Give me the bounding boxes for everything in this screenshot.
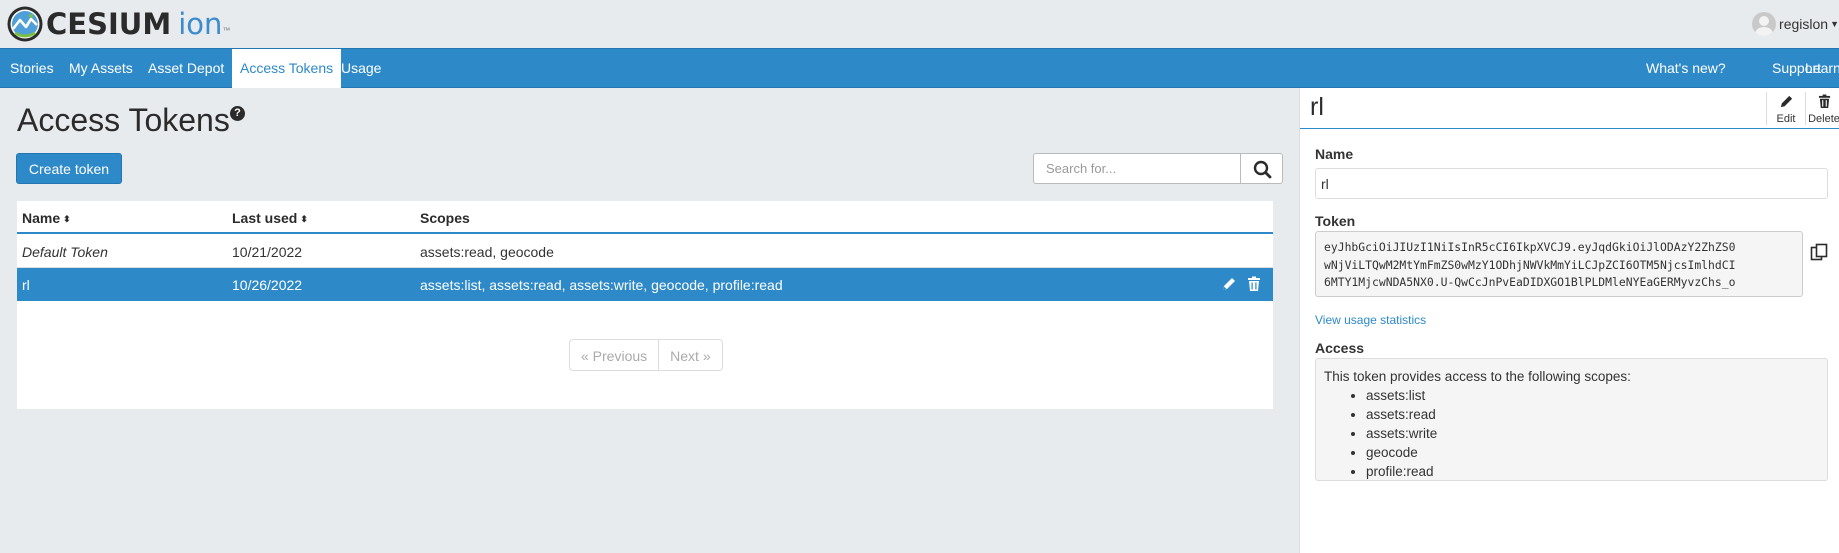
table-header: Name ⬍ Last used ⬍ Scopes — [17, 201, 1273, 234]
column-name-header[interactable]: Name ⬍ — [22, 210, 71, 226]
view-usage-statistics-link[interactable]: View usage statistics — [1315, 313, 1426, 327]
access-label: Access — [1315, 340, 1365, 356]
list-item: assets:write — [1366, 424, 1819, 443]
delete-button[interactable]: Delete — [1805, 94, 1839, 125]
sort-icon: ⬍ — [63, 214, 71, 224]
brand-suffix: ion — [178, 7, 223, 41]
page-title: Access Tokens — [17, 102, 230, 138]
token-line: wNjViLTQwM2MtYmFmZS0wMzY1ODhjNWVkMmYiLCJ… — [1324, 257, 1736, 272]
main-content: Access Tokens ? Create token Name⬍ Last … — [0, 88, 1299, 553]
name-label: Name — [1315, 146, 1354, 162]
token-scopes: assets:read, geocode — [420, 244, 554, 260]
table-row-selected[interactable]: rl 10/26/2022 assets:list, assets:read, … — [17, 268, 1273, 301]
column-last-used-label: Last used — [232, 210, 298, 226]
nav-usage[interactable]: Usage — [333, 49, 389, 87]
row-actions — [1221, 276, 1261, 292]
nav-asset-depot[interactable]: Asset Depot — [140, 49, 232, 87]
user-name: regislon — [1779, 16, 1829, 32]
edit-label: Edit — [1776, 113, 1796, 125]
token-name: Default Token — [22, 244, 108, 260]
help-icon[interactable]: ? — [230, 106, 245, 121]
list-item: profile:read — [1366, 462, 1819, 481]
access-scopes-box: This token provides access to the follow… — [1315, 358, 1828, 481]
panel-title: rl — [1310, 93, 1324, 121]
avatar — [1752, 12, 1777, 36]
nav-stories[interactable]: Stories — [2, 49, 62, 87]
token-value[interactable]: eyJhbGciOiJIUzI1NiIsInR5cCI6IkpXVCJ9.eyJ… — [1315, 231, 1803, 297]
trademark: ™ — [222, 25, 231, 35]
trash-icon[interactable] — [1247, 276, 1261, 292]
search-button[interactable] — [1240, 153, 1283, 184]
trash-icon — [1818, 94, 1830, 108]
previous-page-button[interactable]: « Previous — [569, 339, 660, 371]
edit-button[interactable]: Edit — [1767, 94, 1805, 125]
copy-icon[interactable] — [1810, 243, 1828, 261]
access-intro: This token provides access to the follow… — [1324, 369, 1631, 384]
list-item: assets:read — [1366, 405, 1819, 424]
tokens-table: Name ⬍ Last used ⬍ Scopes Default Token 10… — [17, 201, 1273, 409]
token-last-used: 10/26/2022 — [232, 277, 303, 293]
token-line: eyJhbGciOiJIUzI1NiIsInR5cCI6IkpXVCJ9.eyJ… — [1324, 240, 1736, 254]
token-line: 6MTY1MjcwNDA5NX0.U-QwCcJnPvEaDIDXGO1BlPL… — [1324, 275, 1736, 289]
search-icon — [1253, 160, 1272, 179]
token-name: rl — [22, 277, 30, 293]
main-nav: Stories My Assets Asset Depot Access Tok… — [0, 48, 1839, 88]
token-label: Token — [1315, 213, 1356, 229]
next-page-button[interactable]: Next » — [659, 339, 723, 371]
pencil-icon — [1780, 95, 1792, 108]
token-scopes: assets:list, assets:read, assets:write, … — [420, 277, 783, 293]
nav-learn[interactable]: Learn — [1797, 49, 1839, 87]
cesium-logo-icon — [7, 6, 43, 42]
token-detail-panel: rl Edit Delete Name Token eyJhbGciOiJIUz… — [1299, 88, 1839, 553]
column-last-used-header[interactable]: Last used ⬍ — [232, 210, 308, 226]
list-item: assets:list — [1366, 386, 1819, 405]
token-last-used: 10/21/2022 — [232, 244, 303, 260]
pagination: « Previous Next » — [569, 339, 723, 371]
cesium-ion-logo[interactable]: CESIUM ion ™ — [6, 5, 230, 43]
scope-list: assets:list assets:read assets:write geo… — [1324, 386, 1819, 481]
create-token-button[interactable]: Create token — [16, 153, 122, 184]
search-box — [1033, 153, 1283, 184]
nav-whats-new[interactable]: What's new? — [1638, 49, 1734, 87]
pencil-icon[interactable] — [1221, 276, 1237, 292]
panel-header: rl Edit Delete — [1300, 88, 1839, 129]
search-input[interactable] — [1033, 153, 1241, 184]
list-item: geocode — [1366, 443, 1819, 462]
nav-my-assets[interactable]: My Assets — [61, 49, 141, 87]
top-bar: CESIUM ion ™ regislon ▼ — [0, 0, 1839, 48]
token-name-field[interactable] — [1315, 168, 1828, 199]
table-row[interactable]: Default Token 10/21/2022 assets:read, ge… — [17, 235, 1273, 268]
chevron-down-icon: ▼ — [1830, 19, 1839, 29]
column-scopes-header: Scopes — [420, 210, 470, 226]
delete-label: Delete — [1808, 113, 1839, 125]
column-name-label: Name — [22, 210, 61, 226]
brand-name: CESIUM — [46, 7, 172, 41]
user-menu[interactable]: regislon ▼ — [1752, 12, 1839, 36]
nav-access-tokens[interactable]: Access Tokens — [232, 49, 342, 88]
sort-icon: ⬍ — [300, 214, 308, 224]
